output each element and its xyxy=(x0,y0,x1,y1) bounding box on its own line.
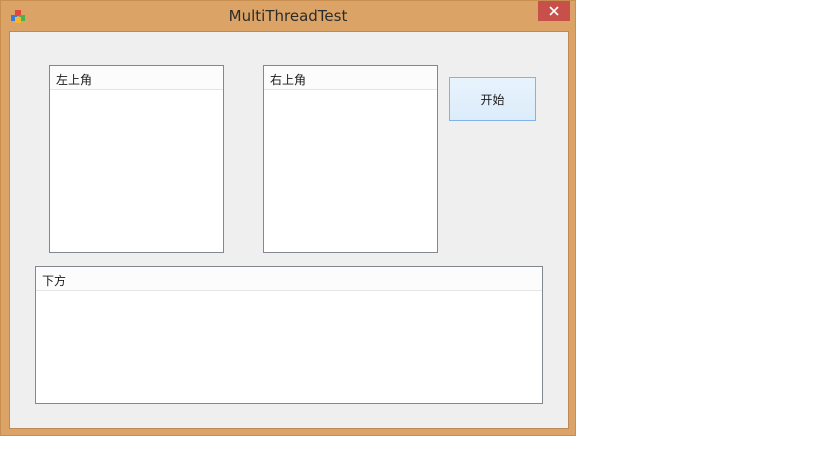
listview-top-right[interactable]: 右上角 xyxy=(263,65,438,253)
form-client-area: 左上角 右上角 开始 下方 xyxy=(9,31,569,429)
title-bar[interactable]: MultiThreadTest xyxy=(1,1,575,31)
listview-body[interactable] xyxy=(264,90,437,252)
column-header-top-right[interactable]: 右上角 xyxy=(264,66,437,90)
window-title: MultiThreadTest xyxy=(228,7,348,25)
listview-body[interactable] xyxy=(36,291,542,403)
close-button[interactable] xyxy=(538,1,570,21)
close-icon xyxy=(549,6,559,16)
main-window: MultiThreadTest 左上角 右上角 开始 下方 xyxy=(0,0,576,436)
listview-top-left[interactable]: 左上角 xyxy=(49,65,224,253)
column-header-label: 左上角 xyxy=(56,73,93,87)
listview-bottom[interactable]: 下方 xyxy=(35,266,543,404)
column-header-label: 下方 xyxy=(42,274,67,288)
column-header-bottom[interactable]: 下方 xyxy=(36,267,542,291)
column-header-label: 右上角 xyxy=(270,73,307,87)
start-button[interactable]: 开始 xyxy=(449,77,536,121)
listview-body[interactable] xyxy=(50,90,223,252)
column-header-top-left[interactable]: 左上角 xyxy=(50,66,223,90)
